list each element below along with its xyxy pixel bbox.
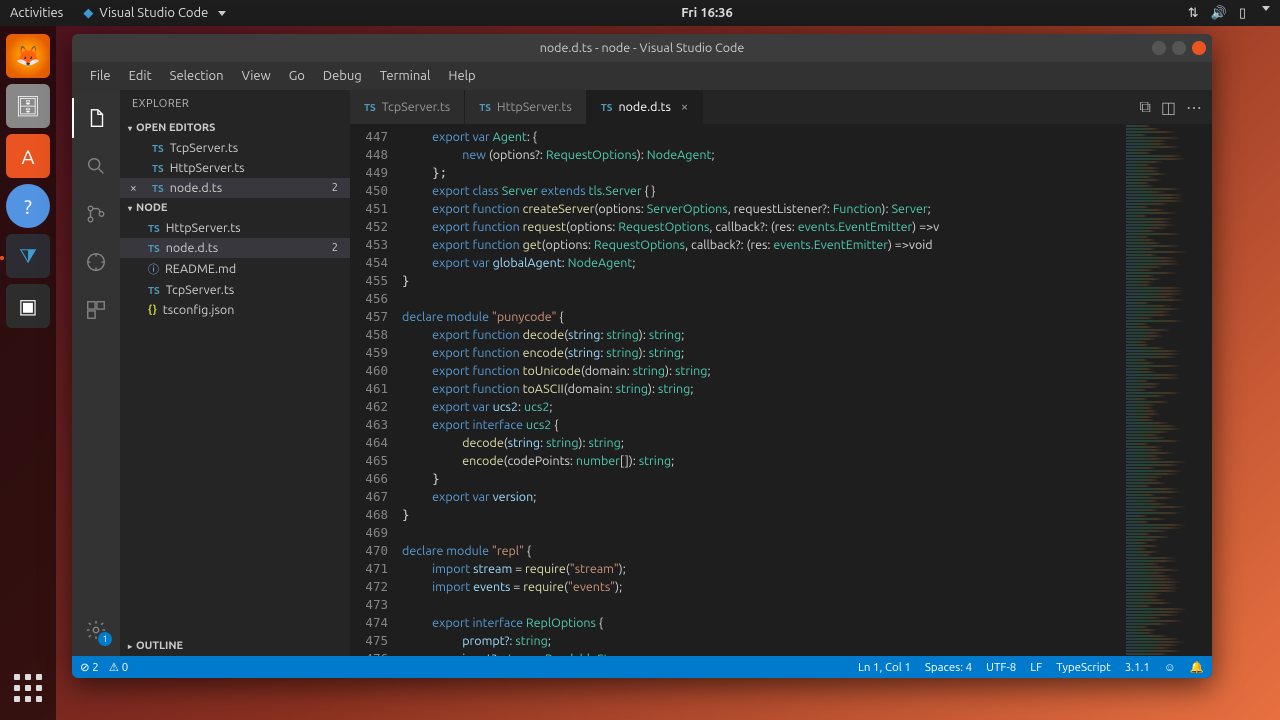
menu-go[interactable]: Go (281, 65, 313, 87)
explorer-sidebar: EXPLORER ▾OPEN EDITORS TSTcpServer.tsTSH… (120, 90, 350, 656)
dock-firefox[interactable]: 🦊 (6, 34, 50, 78)
menu-help[interactable]: Help (440, 65, 483, 87)
open-editor-item[interactable]: ×TSnode.d.ts2 (120, 178, 350, 198)
more-icon[interactable]: ⋯ (1186, 98, 1202, 117)
ts-icon: TS (152, 163, 164, 174)
code-editor[interactable]: export var Agent: { new (options?: Reque… (402, 124, 1122, 656)
dock-vscode[interactable]: ⧩ (6, 234, 50, 278)
editor-tabs: TSTcpServer.tsTSHttpServer.tsTSnode.d.ts… (350, 90, 1212, 124)
status-indent[interactable]: Spaces: 4 (925, 661, 972, 674)
problems-badge: 2 (332, 182, 342, 194)
editor-tab[interactable]: TSnode.d.ts× (587, 90, 703, 124)
menu-selection[interactable]: Selection (162, 65, 232, 87)
sidebar-title: EXPLORER (120, 90, 350, 118)
ts-icon: TS (152, 143, 164, 154)
status-encoding[interactable]: UTF-8 (986, 661, 1016, 674)
split-editor-icon[interactable]: ◫ (1161, 98, 1176, 117)
ts-icon: TS (152, 183, 164, 194)
outline-header[interactable]: ▸OUTLINE (120, 636, 350, 656)
status-version[interactable]: 3.1.1 (1125, 661, 1150, 674)
window-title: node.d.ts - node - Visual Studio Code (540, 41, 745, 55)
file-icon: ⓘ (148, 261, 159, 277)
menu-bar: FileEditSelectionViewGoDebugTerminalHelp (72, 62, 1212, 90)
status-feedback-icon[interactable]: ☺ (1164, 661, 1176, 674)
file-item[interactable]: TSTcpServer.ts (120, 280, 350, 300)
volume-icon[interactable]: 🔊 (1211, 6, 1227, 21)
activity-settings-icon[interactable]: 1 (72, 610, 120, 650)
file-icon: TS (148, 243, 160, 254)
window-close[interactable] (1192, 41, 1206, 55)
file-item[interactable]: ⓘREADME.md (120, 258, 350, 280)
menu-file[interactable]: File (82, 65, 119, 87)
file-icon: {} (148, 304, 157, 316)
editor-tab[interactable]: TSHttpServer.ts (465, 90, 587, 124)
status-position[interactable]: Ln 1, Col 1 (858, 661, 911, 674)
activity-explorer-icon[interactable] (72, 98, 120, 138)
battery-icon[interactable]: ▯ (1239, 6, 1246, 21)
ts-icon: TS (364, 102, 376, 113)
menu-view[interactable]: View (234, 65, 279, 87)
ubuntu-dock: 🦊 🗄 A ? ⧩ ▣ (0, 26, 56, 720)
clock[interactable]: Fri 16:36 (681, 6, 733, 20)
status-bell-icon[interactable]: 🔔 (1190, 660, 1204, 674)
status-eol[interactable]: LF (1030, 661, 1042, 674)
menu-edit[interactable]: Edit (121, 65, 160, 87)
file-item[interactable]: TSHttpServer.ts (120, 218, 350, 238)
activity-debug-icon[interactable] (72, 242, 120, 282)
open-editor-item[interactable]: TSHttpServer.ts (120, 158, 350, 178)
activities-button[interactable]: Activities (10, 6, 63, 20)
window-maximize[interactable] (1172, 41, 1186, 55)
vscode-window: node.d.ts - node - Visual Studio Code Fi… (72, 34, 1212, 678)
line-gutter: 447 448 449 450 451 452 453 454 455 456 … (350, 124, 402, 656)
project-header[interactable]: ▾NODE (120, 198, 350, 218)
chevron-down-icon (218, 11, 226, 16)
dock-help[interactable]: ? (6, 184, 50, 228)
network-icon[interactable]: ⇅ (1188, 6, 1199, 21)
open-editor-item[interactable]: TSTcpServer.ts (120, 138, 350, 158)
file-icon: TS (148, 285, 160, 296)
editor-tab[interactable]: TSTcpServer.ts (350, 90, 465, 124)
activity-extensions-icon[interactable] (72, 290, 120, 330)
window-minimize[interactable] (1152, 41, 1166, 55)
activity-scm-icon[interactable] (72, 194, 120, 234)
dock-software[interactable]: A (6, 134, 50, 178)
minimap[interactable] (1122, 124, 1212, 656)
menu-debug[interactable]: Debug (315, 65, 370, 87)
status-bar: ⊘ 2 ⚠ 0 Ln 1, Col 1 Spaces: 4 UTF-8 LF T… (72, 656, 1212, 678)
problems-badge: 2 (332, 242, 342, 254)
editor-area: TSTcpServer.tsTSHttpServer.tsTSnode.d.ts… (350, 90, 1212, 656)
close-icon[interactable]: × (681, 100, 688, 114)
dock-terminal[interactable]: ▣ (6, 284, 50, 328)
compare-icon[interactable]: ⧉ (1139, 98, 1150, 117)
file-item[interactable]: {}tsconfig.json (120, 300, 350, 320)
ts-icon: TS (479, 102, 491, 113)
activity-search-icon[interactable] (72, 146, 120, 186)
close-icon[interactable]: × (130, 182, 142, 195)
open-editors-header[interactable]: ▾OPEN EDITORS (120, 118, 350, 138)
ts-icon: TS (601, 102, 613, 113)
file-icon: TS (148, 223, 160, 234)
active-app-label[interactable]: ◆ Visual Studio Code (83, 6, 226, 21)
status-warnings[interactable]: ⚠ 0 (109, 660, 128, 674)
status-errors[interactable]: ⊘ 2 (80, 660, 99, 674)
ubuntu-top-panel: Activities ◆ Visual Studio Code Fri 16:3… (0, 0, 1280, 26)
window-titlebar[interactable]: node.d.ts - node - Visual Studio Code (72, 34, 1212, 62)
chevron-down-icon[interactable] (1262, 6, 1270, 11)
file-item[interactable]: TSnode.d.ts2 (120, 238, 350, 258)
dock-files[interactable]: 🗄 (6, 84, 50, 128)
settings-badge: 1 (98, 632, 112, 646)
dock-show-apps[interactable] (6, 666, 50, 710)
menu-terminal[interactable]: Terminal (372, 65, 439, 87)
activity-bar: 1 (72, 90, 120, 656)
status-language[interactable]: TypeScript (1056, 661, 1111, 674)
